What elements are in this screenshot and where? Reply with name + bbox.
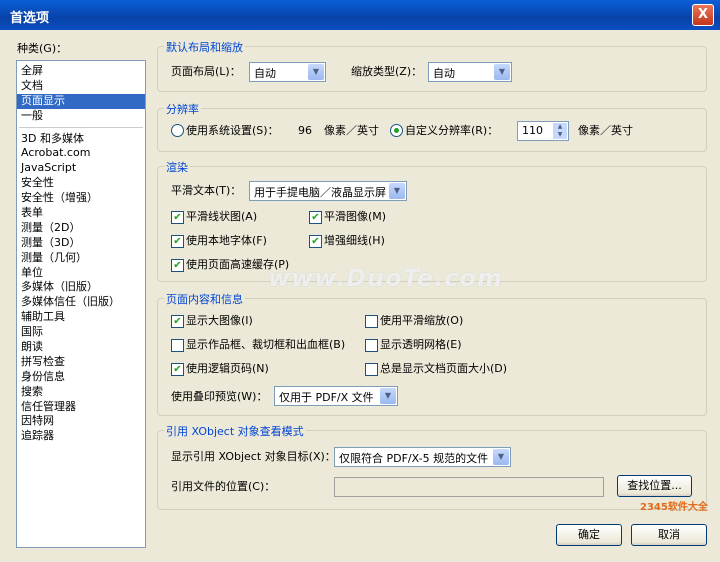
show-large-images-label: 显示大图像(I) — [186, 314, 253, 327]
enhance-thin-lines-checkbox[interactable]: ✔ — [309, 235, 322, 248]
corner-watermark: 2345软件大全 — [640, 502, 708, 513]
spin-down-icon[interactable]: ▼ — [553, 131, 567, 139]
chevron-down-icon: ▼ — [380, 388, 396, 404]
layout-group: 默认布局和缩放 页面布局(L)： 自动 ▼ 缩放类型(Z)： 自动 ▼ — [157, 39, 707, 92]
smooth-zoom-label: 使用平滑缩放(O) — [380, 314, 464, 327]
category-item[interactable]: 单位 — [17, 266, 145, 281]
xobject-target-value: 仅限符合 PDF/X-5 规范的文件 — [339, 452, 489, 465]
smooth-line-art-label: 平滑线状图(A) — [186, 210, 258, 223]
xobject-target-label: 显示引用 XObject 对象目标(X)： — [171, 450, 336, 463]
cancel-button[interactable]: 取消 — [631, 524, 707, 546]
category-item[interactable]: JavaScript — [17, 161, 145, 176]
category-item[interactable]: 拼写检查 — [17, 355, 145, 370]
page-layout-select[interactable]: 自动 ▼ — [249, 62, 326, 82]
category-divider — [19, 126, 143, 128]
ok-button[interactable]: 确定 — [556, 524, 622, 546]
show-page-size-label: 总是显示文档页面大小(D) — [380, 362, 508, 375]
category-item[interactable]: 因特网 — [17, 414, 145, 429]
resolution-group-title: 分辨率 — [164, 101, 201, 117]
local-fonts-checkbox[interactable]: ✔ — [171, 235, 184, 248]
category-item[interactable]: 一般 — [17, 109, 145, 124]
category-item[interactable]: 测量（3D） — [17, 236, 145, 251]
title-bar: 首选项 X — [0, 0, 720, 30]
show-large-images-checkbox[interactable]: ✔ — [171, 315, 184, 328]
show-page-size-checkbox[interactable] — [365, 363, 378, 376]
category-item[interactable]: 辅助工具 — [17, 310, 145, 325]
system-resolution-label: 使用系统设置(S)： — [186, 124, 279, 137]
transparency-grid-label: 显示透明网格(E) — [380, 338, 462, 351]
custom-resolution-radio[interactable] — [390, 124, 403, 137]
smooth-zoom-checkbox[interactable] — [365, 315, 378, 328]
zoom-label: 缩放类型(Z)： — [351, 65, 423, 78]
smooth-images-label: 平滑图像(M) — [324, 210, 387, 223]
category-item[interactable]: Acrobat.com — [17, 146, 145, 161]
chevron-down-icon: ▼ — [493, 449, 509, 465]
window-title: 首选项 — [10, 11, 50, 26]
category-item[interactable]: 全屏 — [17, 64, 145, 79]
overprint-select[interactable]: 仅用于 PDF/X 文件 ▼ — [274, 386, 398, 406]
transparency-grid-checkbox[interactable] — [365, 339, 378, 352]
smooth-line-art-checkbox[interactable]: ✔ — [171, 211, 184, 224]
category-item[interactable]: 信任管理器 — [17, 400, 145, 415]
category-item[interactable]: 搜索 — [17, 385, 145, 400]
logical-page-numbers-checkbox[interactable]: ✔ — [171, 363, 184, 376]
category-item[interactable]: 追踪器 — [17, 429, 145, 444]
smooth-text-value: 用于手提电脑／液晶显示屏 — [254, 186, 386, 199]
category-item[interactable]: 多媒体信任（旧版） — [17, 295, 145, 310]
category-item[interactable]: 测量（2D） — [17, 221, 145, 236]
custom-resolution-value: 110 — [522, 124, 543, 137]
page-content-group: 页面内容和信息 ✔ 显示大图像(I) 使用平滑缩放(O) 显示作品框、裁切框和出… — [157, 291, 707, 416]
category-item[interactable]: 文档 — [17, 79, 145, 94]
xobject-target-select[interactable]: 仅限符合 PDF/X-5 规范的文件 ▼ — [334, 447, 511, 467]
logical-page-numbers-label: 使用逻辑页码(N) — [186, 362, 269, 375]
overprint-label: 使用叠印预览(W)： — [171, 390, 268, 403]
xobject-group: 引用 XObject 对象查看模式 显示引用 XObject 对象目标(X)： … — [157, 423, 707, 510]
smooth-images-checkbox[interactable]: ✔ — [309, 211, 322, 224]
zoom-select[interactable]: 自动 ▼ — [428, 62, 512, 82]
custom-resolution-spinner[interactable]: 110 ▲ ▼ — [517, 121, 569, 141]
zoom-value: 自动 — [433, 67, 455, 80]
category-item[interactable]: 页面显示 — [17, 93, 145, 109]
custom-resolution-unit: 像素／英寸 — [578, 124, 633, 137]
show-art-trim-checkbox[interactable] — [171, 339, 184, 352]
system-resolution-unit: 像素／英寸 — [324, 124, 379, 137]
category-item[interactable]: 3D 和多媒体 — [17, 132, 145, 147]
local-fonts-label: 使用本地字体(F) — [186, 234, 267, 247]
category-item[interactable]: 身份信息 — [17, 370, 145, 385]
show-art-trim-label: 显示作品框、裁切框和出血框(B) — [186, 338, 346, 351]
category-label: 种类(G)： — [17, 42, 68, 55]
category-item[interactable]: 多媒体（旧版） — [17, 280, 145, 295]
enhance-thin-lines-label: 增强细线(H) — [324, 234, 385, 247]
layout-group-title: 默认布局和缩放 — [164, 39, 245, 55]
page-layout-label: 页面布局(L)： — [171, 65, 241, 78]
center-watermark: www.DuoTe.com — [268, 264, 503, 292]
resolution-group: 分辨率 使用系统设置(S)： 96 像素／英寸 自定义分辨率(R)： 110 ▲… — [157, 101, 707, 152]
category-item[interactable]: 朗读 — [17, 340, 145, 355]
category-item[interactable]: 国际 — [17, 325, 145, 340]
spin-up-icon[interactable]: ▲ — [553, 123, 567, 131]
close-button[interactable]: X — [692, 4, 714, 26]
chevron-down-icon: ▼ — [494, 64, 510, 80]
category-item[interactable]: 测量（几何） — [17, 251, 145, 266]
page-cache-checkbox[interactable]: ✔ — [171, 259, 184, 272]
page-layout-value: 自动 — [254, 67, 276, 80]
category-item[interactable]: 安全性（增强） — [17, 191, 145, 206]
overprint-value: 仅用于 PDF/X 文件 — [279, 391, 374, 404]
rendering-group-title: 渲染 — [164, 159, 190, 175]
category-item[interactable]: 安全性 — [17, 176, 145, 191]
custom-resolution-label: 自定义分辨率(R)： — [405, 124, 499, 137]
smooth-text-select[interactable]: 用于手提电脑／液晶显示屏 ▼ — [249, 181, 407, 201]
browse-location-button[interactable]: 查找位置... — [617, 475, 692, 497]
smooth-text-label: 平滑文本(T)： — [171, 184, 242, 197]
system-resolution-radio[interactable] — [171, 124, 184, 137]
chevron-down-icon: ▼ — [308, 64, 324, 80]
file-location-label: 引用文件的位置(C)： — [171, 480, 276, 493]
category-list[interactable]: 全屏 文档 页面显示 一般 3D 和多媒体 Acrobat.com JavaScript 安全… — [16, 60, 146, 548]
system-resolution-value: 96 — [298, 124, 312, 137]
category-item[interactable]: 表单 — [17, 206, 145, 221]
file-location-input[interactable] — [334, 477, 604, 497]
xobject-group-title: 引用 XObject 对象查看模式 — [164, 423, 306, 439]
page-content-group-title: 页面内容和信息 — [164, 291, 245, 307]
chevron-down-icon: ▼ — [389, 183, 405, 199]
